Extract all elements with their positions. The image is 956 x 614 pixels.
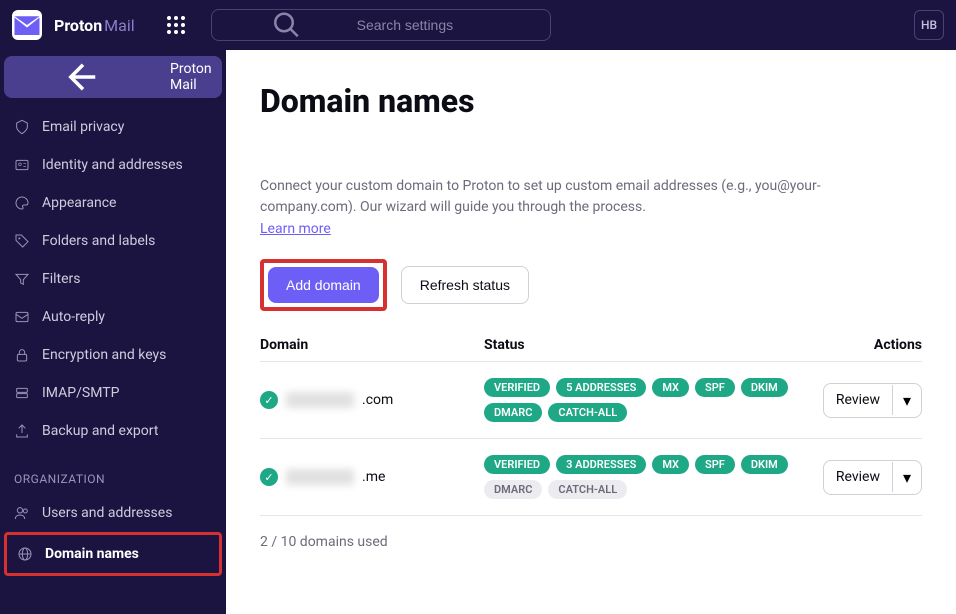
- chevron-down-icon: ▾: [893, 384, 921, 417]
- status-badge: SPF: [695, 455, 735, 474]
- domains-used-text: 2 / 10 domains used: [260, 534, 922, 550]
- domain-name-redacted: [286, 392, 354, 408]
- status-badge: 5 ADDRESSES: [556, 378, 646, 397]
- review-button[interactable]: Review ▾: [823, 460, 922, 495]
- sidebar-item-label: Auto-reply: [42, 309, 105, 325]
- check-icon: ✓: [260, 468, 278, 486]
- column-actions: Actions: [822, 337, 922, 353]
- status-badge: MX: [652, 455, 689, 474]
- chevron-down-icon: ▾: [893, 461, 921, 494]
- sidebar-item-label: Email privacy: [42, 119, 124, 135]
- globe-icon: [17, 546, 33, 562]
- sidebar-item-label: Identity and addresses: [42, 157, 183, 173]
- column-status: Status: [484, 337, 822, 353]
- lock-icon: [14, 347, 30, 363]
- arrow-left-icon: [4, 56, 162, 98]
- sidebar-item-email-privacy[interactable]: Email privacy: [4, 108, 222, 146]
- upload-icon: [14, 423, 30, 439]
- reply-icon: [14, 309, 30, 325]
- review-label: Review: [824, 385, 893, 415]
- main-content: Domain names Connect your custom domain …: [226, 50, 956, 614]
- status-badge: DMARC: [484, 403, 542, 422]
- page-description: Connect your custom domain to Proton to …: [260, 176, 880, 218]
- sidebar-item-autoreply[interactable]: Auto-reply: [4, 298, 222, 336]
- sidebar-item-label: Users and addresses: [42, 505, 172, 521]
- status-badge: DMARC: [484, 480, 542, 499]
- sidebar-item-imap[interactable]: IMAP/SMTP: [4, 374, 222, 412]
- back-button-label: Proton Mail: [170, 61, 222, 93]
- users-icon: [14, 505, 30, 521]
- status-badge: DKIM: [741, 378, 788, 397]
- review-label: Review: [824, 462, 893, 492]
- status-badges: VERIFIED 3 ADDRESSES MX SPF DKIM DMARC C…: [484, 455, 822, 499]
- sidebar-item-filters[interactable]: Filters: [4, 260, 222, 298]
- sidebar: Proton Mail Email privacy Identity and a…: [0, 50, 226, 614]
- table-row: ✓ .com VERIFIED 5 ADDRESSES MX SPF DKIM …: [260, 362, 922, 439]
- status-badge: 3 ADDRESSES: [556, 455, 646, 474]
- palette-icon: [14, 195, 30, 211]
- sidebar-item-backup[interactable]: Backup and export: [4, 412, 222, 450]
- learn-more-link[interactable]: Learn more: [260, 221, 331, 237]
- status-badge: DKIM: [741, 455, 788, 474]
- sidebar-item-encryption[interactable]: Encryption and keys: [4, 336, 222, 374]
- search-icon: [224, 10, 349, 40]
- sidebar-item-label: Filters: [42, 271, 81, 287]
- sidebar-item-label: Folders and labels: [42, 233, 155, 249]
- logo-text: ProtonMail: [54, 16, 135, 35]
- topbar: ProtonMail HB: [0, 0, 956, 50]
- back-button[interactable]: Proton Mail: [4, 56, 222, 98]
- domain-table: Domain Status Actions ✓ .com VERIFIED 5 …: [260, 329, 922, 516]
- id-icon: [14, 157, 30, 173]
- status-badges: VERIFIED 5 ADDRESSES MX SPF DKIM DMARC C…: [484, 378, 822, 422]
- sidebar-item-label: Backup and export: [42, 423, 158, 439]
- page-title: Domain names: [260, 82, 922, 120]
- status-badge: SPF: [695, 378, 735, 397]
- table-row: ✓ .me VERIFIED 3 ADDRESSES MX SPF DKIM D…: [260, 439, 922, 516]
- status-badge: CATCH-ALL: [548, 480, 627, 499]
- filter-icon: [14, 271, 30, 287]
- sidebar-item-identity[interactable]: Identity and addresses: [4, 146, 222, 184]
- sidebar-item-label: Encryption and keys: [42, 347, 166, 363]
- review-button[interactable]: Review ▾: [823, 383, 922, 418]
- sidebar-item-appearance[interactable]: Appearance: [4, 184, 222, 222]
- status-badge: VERIFIED: [484, 455, 550, 474]
- check-icon: ✓: [260, 391, 278, 409]
- add-domain-button[interactable]: Add domain: [268, 267, 379, 303]
- sidebar-item-label: IMAP/SMTP: [42, 385, 119, 401]
- search-input[interactable]: [357, 17, 538, 33]
- sidebar-item-label: Appearance: [42, 195, 116, 211]
- apps-menu-icon[interactable]: [167, 16, 185, 34]
- status-badge: MX: [652, 378, 689, 397]
- server-icon: [14, 385, 30, 401]
- tag-icon: [14, 233, 30, 249]
- sidebar-item-users[interactable]: Users and addresses: [4, 494, 222, 532]
- domain-tld: .me: [362, 469, 385, 485]
- user-avatar[interactable]: HB: [914, 10, 944, 40]
- status-badge: CATCH-ALL: [548, 403, 627, 422]
- shield-icon: [14, 119, 30, 135]
- sidebar-item-label: Domain names: [45, 546, 139, 562]
- domain-name-redacted: [286, 469, 354, 485]
- column-domain: Domain: [260, 337, 484, 353]
- status-badge: VERIFIED: [484, 378, 550, 397]
- sidebar-section-organization: ORGANIZATION: [4, 450, 222, 494]
- sidebar-item-domain-names[interactable]: Domain names: [7, 535, 219, 573]
- logo-icon: [12, 10, 42, 40]
- sidebar-item-folders[interactable]: Folders and labels: [4, 222, 222, 260]
- domain-tld: .com: [362, 392, 393, 408]
- search-box[interactable]: [211, 9, 551, 41]
- refresh-status-button[interactable]: Refresh status: [401, 266, 529, 304]
